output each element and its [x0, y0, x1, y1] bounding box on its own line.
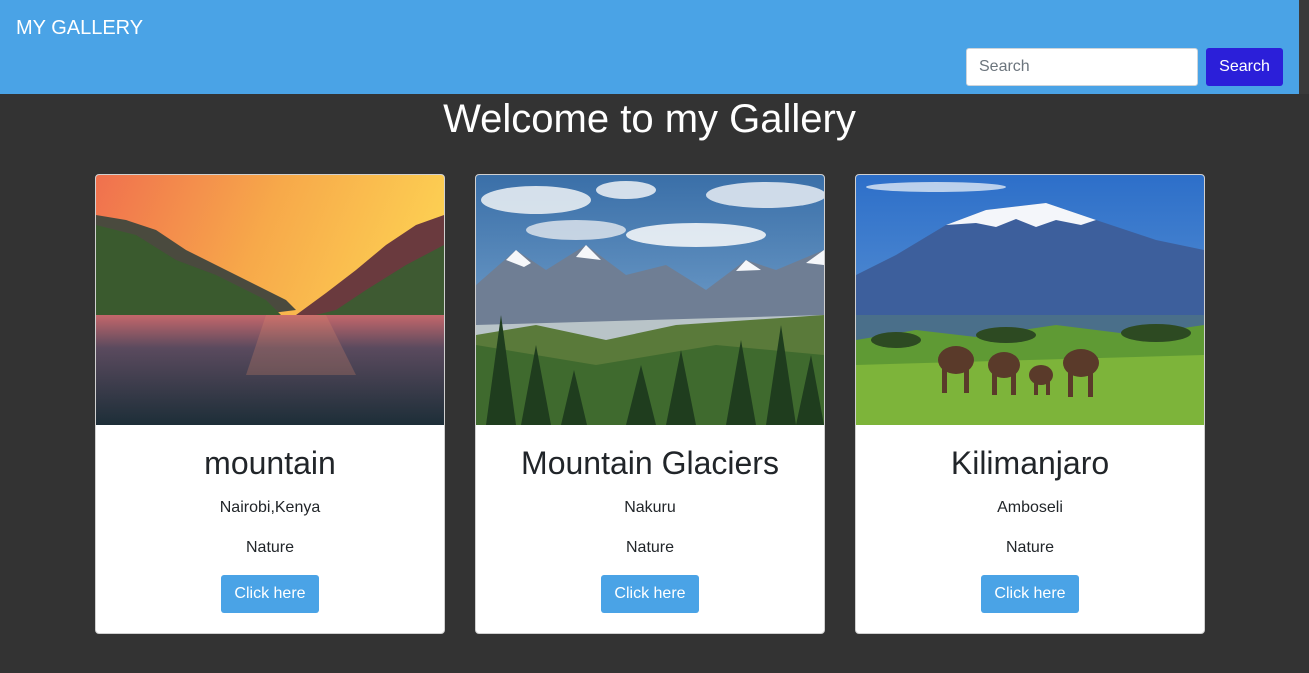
search-input[interactable] — [966, 48, 1198, 86]
gallery-card-mountain-glaciers: Mountain Glaciers Nakuru Nature Click he… — [475, 174, 825, 634]
gallery-card-kilimanjaro: Kilimanjaro Amboseli Nature Click here — [855, 174, 1205, 634]
click-here-button[interactable]: Click here — [601, 575, 699, 613]
card-title: Mountain Glaciers — [521, 445, 779, 481]
mountain-lake-image[interactable] — [96, 175, 444, 425]
card-location: Nakuru — [624, 499, 676, 516]
kilimanjaro-image[interactable] — [856, 175, 1204, 425]
scrollbar-gutter — [1299, 0, 1309, 94]
navbar: MY GALLERY Search — [0, 0, 1299, 94]
card-category: Nature — [245, 539, 295, 556]
card-title: Kilimanjaro — [950, 445, 1110, 481]
click-here-button[interactable]: Click here — [221, 575, 319, 613]
card-category: Nature — [625, 539, 675, 556]
page-title: Welcome to my Gallery — [443, 97, 856, 141]
brand-link[interactable]: MY GALLERY — [16, 16, 143, 40]
click-here-button[interactable]: Click here — [981, 575, 1079, 613]
gallery-card-mountain: mountain Nairobi,Kenya Nature Click here — [95, 174, 445, 634]
card-location: Amboseli — [997, 499, 1063, 516]
mountain-glaciers-image[interactable] — [476, 175, 824, 425]
search-button[interactable]: Search — [1206, 48, 1283, 86]
card-location: Nairobi,Kenya — [219, 499, 321, 516]
card-category: Nature — [1005, 539, 1055, 556]
card-title: mountain — [204, 445, 336, 481]
